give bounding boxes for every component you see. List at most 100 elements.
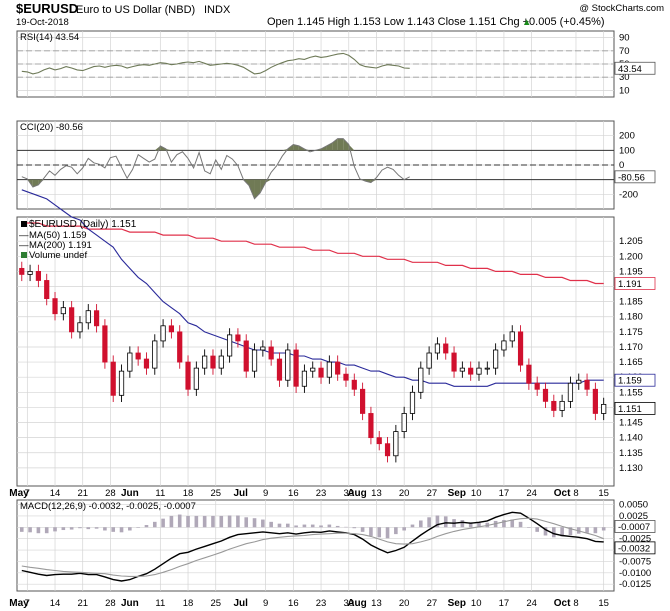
x-axis-label: 14 [50,598,61,609]
macd-histogram-bar [186,515,190,528]
cci-tick-label: 0 [619,160,624,171]
x-axis-label: 14 [50,488,61,499]
candle-body [343,373,349,381]
macd-histogram-bar [593,527,598,534]
candle-body [301,370,308,387]
legend-volume: Volume undef [29,250,87,261]
candle-body [85,310,91,324]
macd-tick-label: -0.0125 [619,579,651,590]
x-axis-label: 21 [77,598,88,609]
candle-body [77,322,83,333]
symbol: $EURUSD [16,1,78,16]
candle-body [542,388,549,402]
candle-body [102,325,108,363]
change-up-arrow: ▲ [522,17,531,28]
x-axis-label: Jun [121,488,139,499]
candle-body [584,379,590,390]
macd-histogram-bar [394,527,398,535]
x-axis-label: 28 [105,598,116,609]
macd-histogram-bar [344,526,348,528]
candle-body [351,379,357,390]
candle-body [451,352,457,372]
x-axis-label: Jul [233,488,248,499]
close-value-badge: 1.151 [618,404,642,415]
rsi-legend: RSI(14) 43.54 [20,32,79,43]
macd-histogram-bar [460,520,465,528]
macd-histogram-bar [302,524,307,528]
candle-body [193,367,199,390]
candle-body [202,355,208,369]
x-axis-label: 27 [427,598,438,609]
macd-histogram-bar [527,527,531,528]
macd-histogram-bar [319,525,323,528]
candle-body [501,340,507,351]
candle-body [484,367,490,370]
candle-body [493,349,499,369]
x-axis-label: 9 [263,598,268,609]
macd-histogram-bar [202,515,207,528]
candle-body [60,307,66,315]
price-tick-label: 1.205 [619,236,643,247]
ohlc-summary: Open 1.145 High 1.153 Low 1.143 Close 1.… [267,16,605,28]
x-axis-label: 21 [77,488,88,499]
candle-body [19,267,25,275]
macd-histogram-bar [169,515,174,528]
macd-histogram-bar [269,521,273,528]
macd-histogram-bar [236,515,240,528]
x-axis-label: 20 [399,488,410,499]
chart-date: 19-Oct-2018 [16,17,69,28]
x-axis-top: May7 14 21 28 Jun 11 18 25 Jul 9 16 23 30Aug 13 20 27 Se… [9,488,609,499]
macd-histogram-bar [369,527,373,536]
cci-value-badge: -80.56 [618,172,645,183]
candle-body [152,340,158,369]
candle-body [526,364,532,384]
candle-body [335,361,341,375]
macd-histogram-bar [94,527,99,529]
cci-tick-label: 100 [619,145,635,156]
candle-body [310,367,316,372]
x-axis-label: 28 [105,488,116,499]
x-axis-label: Sep [448,598,466,609]
rsi-value-badge: 43.54 [618,64,642,75]
macd-histogram-bar [44,527,49,534]
candle-body [468,367,474,375]
x-axis-label: 8 [573,488,578,499]
x-axis-label: 15 [598,598,609,609]
candle-body [118,370,125,396]
watermark: @ StockCharts.com [579,3,664,14]
price-tick-label: 1.130 [619,463,643,474]
candle-body [251,349,258,372]
cci-fill [337,138,344,151]
macd-histogram-bar [377,527,382,538]
macd-histogram-bar [261,519,265,528]
candle-body [384,443,391,457]
macd-histogram-bar [227,515,232,528]
macd-histogram-bar [177,514,182,528]
x-axis-label: 15 [598,488,609,499]
candle-body [285,349,291,381]
macd-histogram-bar [518,521,523,528]
candle-body [459,367,465,372]
price-tick-label: 1.170 [619,342,643,353]
candle-body [276,358,283,381]
macd-histogram-badge: -0.0007 [618,522,650,533]
candle-body [426,352,432,369]
candle-body [567,382,574,402]
macd-histogram-bar [585,527,589,533]
candle-body [160,325,166,342]
x-axis-bottom: May7 14 21 28 Jun 11 18 25 Jul 9 16 23 30Aug 13 20 27 Se… [9,598,609,609]
x-axis-label: 25 [210,598,221,609]
legend-price-swatch [21,221,27,227]
macd-histogram-bar [103,527,107,531]
candle-body [235,334,241,342]
price-tick-label: 1.165 [619,357,643,368]
x-axis-label: Aug [347,488,366,499]
macd-histogram-bar [310,524,315,528]
x-axis-label: 23 [316,598,327,609]
candle-body [243,340,249,372]
macd-legend: MACD(12,26,9) -0.0032, -0.0025, -0.0007 [20,501,196,512]
macd-histogram-bar [111,527,116,532]
x-axis-label: 11 [155,598,165,609]
candle-body [185,361,191,390]
price-tick-label: 1.195 [619,266,643,277]
